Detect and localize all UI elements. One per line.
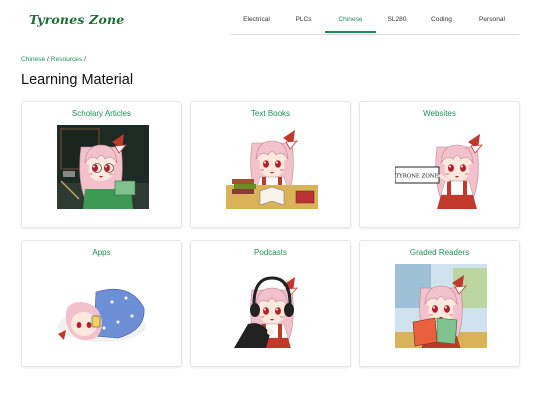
- breadcrumb-link-chinese[interactable]: Chinese: [21, 56, 45, 63]
- scholar-character-image: [57, 125, 149, 209]
- app-character-image: [58, 288, 146, 342]
- card-scholarly-articles[interactable]: Scholary Articles: [21, 101, 182, 228]
- textbook-character-image: [226, 129, 318, 209]
- podcast-character-image: [234, 276, 298, 348]
- card-apps[interactable]: Apps: [21, 240, 182, 367]
- tyrone-zone-sign-text: TYRONE ZONE: [396, 174, 439, 180]
- card-websites[interactable]: Websites TYRONE ZONE: [359, 101, 520, 228]
- breadcrumb: Chinese / Resources /: [21, 56, 86, 63]
- card-text-books[interactable]: Text Books: [190, 101, 351, 228]
- website-character-image: TYRONE ZONE: [395, 133, 483, 209]
- nav-item-electrical[interactable]: Electrical: [231, 8, 282, 33]
- card-podcasts[interactable]: Podcasts: [190, 240, 351, 367]
- nav-item-sl280[interactable]: SL280: [376, 8, 418, 33]
- nav-item-coding[interactable]: Coding: [418, 8, 465, 33]
- site-logo[interactable]: Tyrones Zone: [29, 12, 124, 27]
- breadcrumb-separator: /: [84, 56, 86, 63]
- graded-reader-character-image: [395, 264, 487, 348]
- nav-item-personal[interactable]: Personal: [465, 8, 519, 33]
- card-title[interactable]: Apps: [22, 248, 181, 257]
- card-title[interactable]: Graded Readers: [360, 248, 519, 257]
- nav-item-chinese[interactable]: Chinese: [325, 8, 376, 33]
- main-nav: Electrical PLCs Chinese SL280 Coding Per…: [231, 8, 519, 35]
- card-title[interactable]: Websites: [360, 109, 519, 118]
- card-title[interactable]: Scholary Articles: [22, 109, 181, 118]
- card-title[interactable]: Text Books: [191, 109, 350, 118]
- card-graded-readers[interactable]: Graded Readers: [359, 240, 520, 367]
- breadcrumb-link-resources[interactable]: Resources: [51, 56, 83, 63]
- nav-item-plcs[interactable]: PLCs: [282, 8, 325, 33]
- page-title: Learning Material: [21, 72, 134, 88]
- card-title[interactable]: Podcasts: [191, 248, 350, 257]
- breadcrumb-separator: /: [47, 56, 49, 63]
